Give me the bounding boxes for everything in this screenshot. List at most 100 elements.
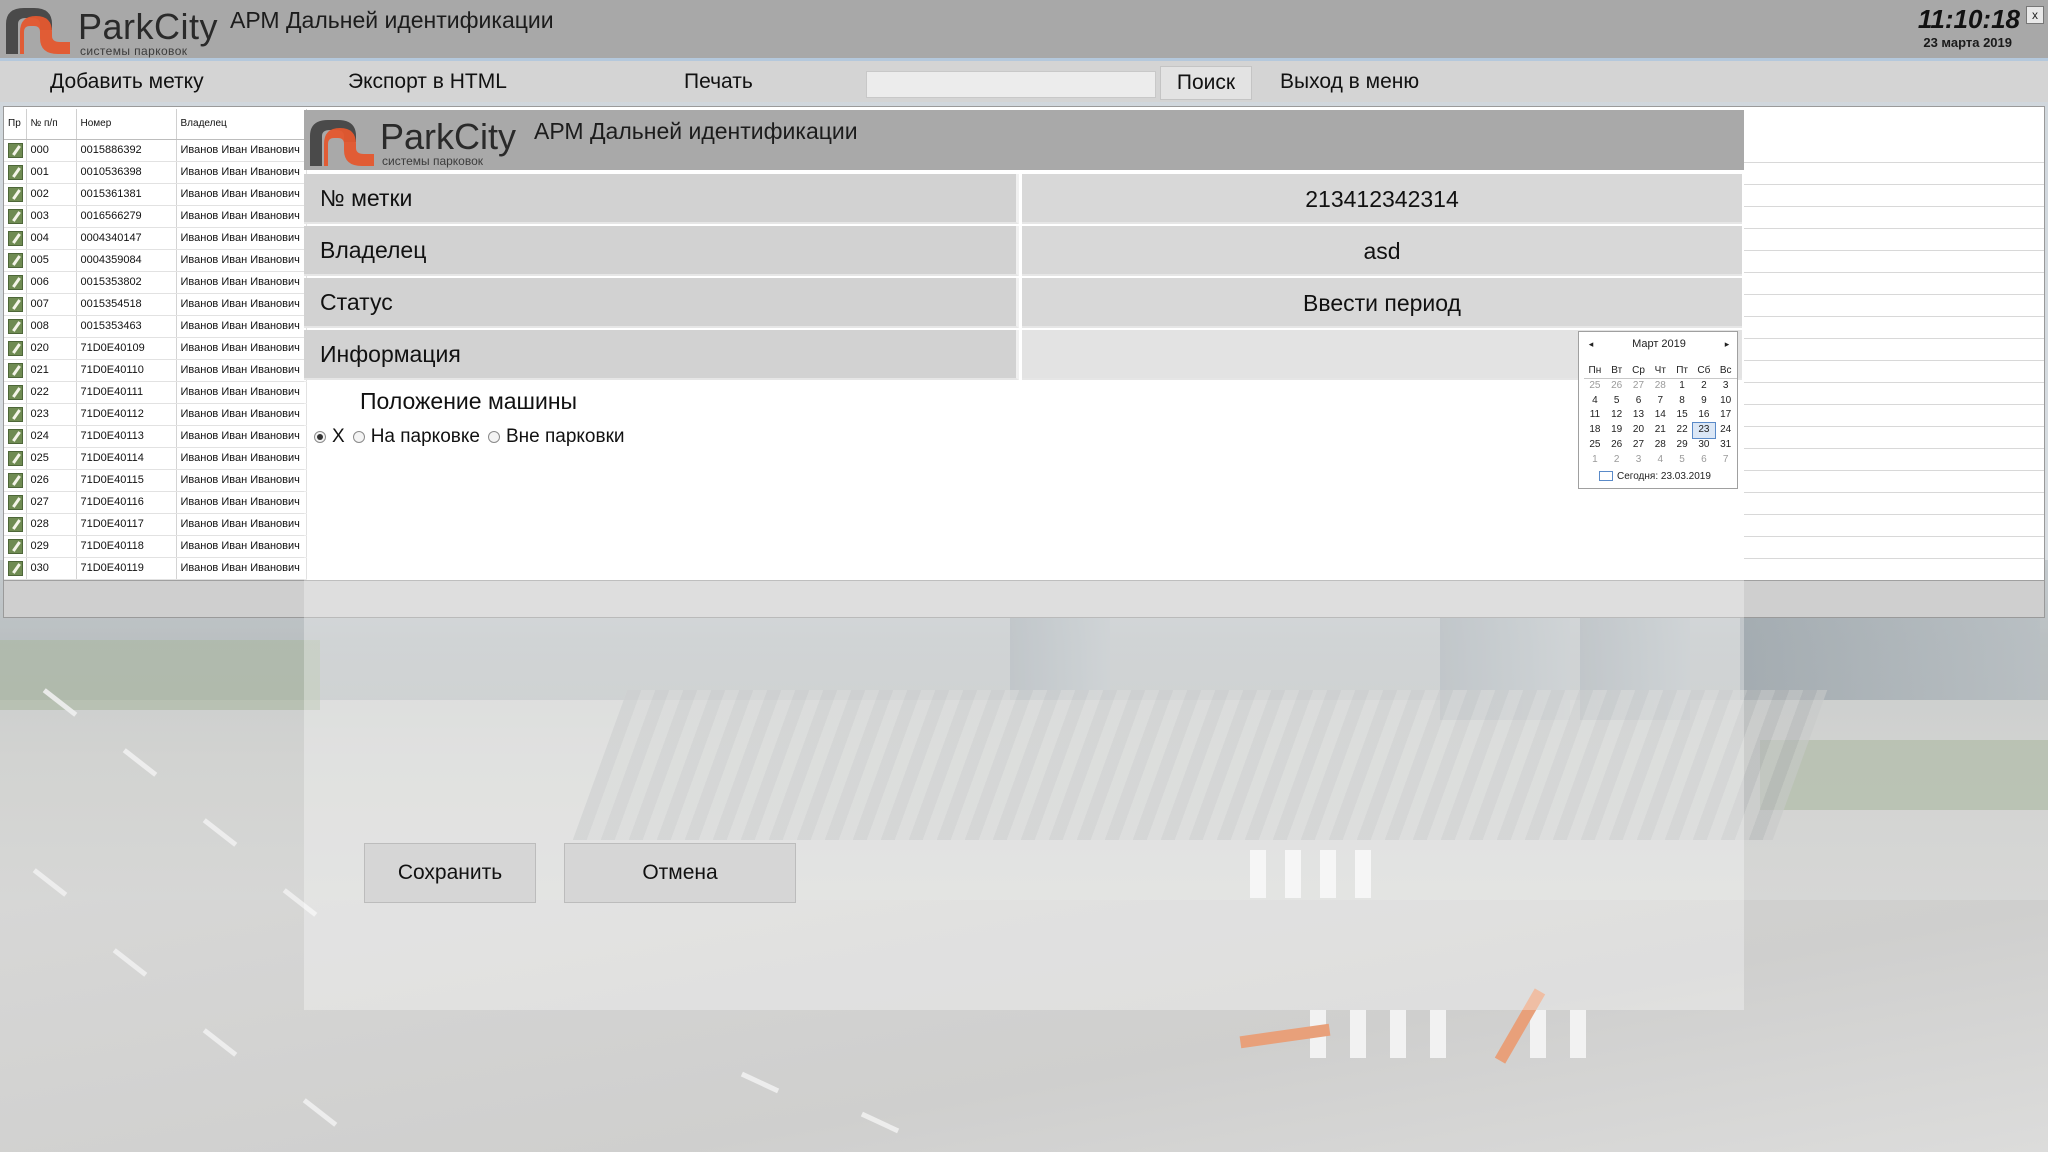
row-edit-cell[interactable] bbox=[4, 161, 27, 184]
calendar-day[interactable]: 2 bbox=[1693, 379, 1715, 394]
column-header-index[interactable]: № п/п bbox=[26, 109, 77, 140]
calendar-day[interactable]: 27 bbox=[1628, 438, 1650, 453]
row-edit-cell[interactable] bbox=[4, 381, 27, 404]
edit-pencil-icon[interactable] bbox=[8, 406, 23, 422]
edit-pencil-icon[interactable] bbox=[8, 472, 23, 488]
row-edit-cell[interactable] bbox=[4, 535, 27, 558]
table-row[interactable]: 028 71D0E40117 Иванов Иван Иванович bbox=[4, 513, 307, 536]
radio-dot[interactable] bbox=[352, 431, 365, 443]
edit-pencil-icon[interactable] bbox=[8, 450, 23, 466]
next-month-icon[interactable]: ▸ bbox=[1721, 338, 1733, 350]
calendar-day[interactable]: 1 bbox=[1671, 379, 1693, 394]
row-edit-cell[interactable] bbox=[4, 513, 27, 536]
table-row[interactable]: 004 0004340147 Иванов Иван Иванович bbox=[4, 227, 307, 250]
table-row[interactable]: 002 0015361381 Иванов Иван Иванович bbox=[4, 183, 307, 206]
edit-pencil-icon[interactable] bbox=[8, 230, 23, 246]
add-tag-button[interactable]: Добавить метку bbox=[50, 67, 204, 97]
calendar-day[interactable]: 19 bbox=[1606, 423, 1628, 438]
status-value[interactable]: Ввести период bbox=[1022, 278, 1742, 328]
calendar-day[interactable]: 31 bbox=[1715, 438, 1737, 453]
search-input[interactable] bbox=[866, 71, 1156, 98]
tag-number-value[interactable]: 213412342314 bbox=[1022, 174, 1742, 224]
calendar-day[interactable]: 8 bbox=[1671, 394, 1693, 409]
radio-off-parking[interactable]: Вне парковки bbox=[487, 426, 625, 448]
table-row[interactable]: 008 0015353463 Иванов Иван Иванович bbox=[4, 315, 307, 338]
edit-pencil-icon[interactable] bbox=[8, 186, 23, 202]
edit-pencil-icon[interactable] bbox=[8, 208, 23, 224]
row-edit-cell[interactable] bbox=[4, 447, 27, 470]
table-row[interactable]: 007 0015354518 Иванов Иван Иванович bbox=[4, 293, 307, 316]
calendar-day[interactable]: 1 bbox=[1584, 453, 1606, 468]
calendar-day[interactable]: 15 bbox=[1671, 408, 1693, 423]
calendar-day[interactable]: 2 bbox=[1606, 453, 1628, 468]
calendar-day[interactable]: 6 bbox=[1693, 453, 1715, 468]
calendar-day[interactable]: 4 bbox=[1584, 394, 1606, 409]
radio-dot[interactable] bbox=[314, 431, 326, 443]
table-row[interactable]: 023 71D0E40112 Иванов Иван Иванович bbox=[4, 403, 307, 426]
table-row[interactable]: 006 0015353802 Иванов Иван Иванович bbox=[4, 271, 307, 294]
row-edit-cell[interactable] bbox=[4, 469, 27, 492]
edit-pencil-icon[interactable] bbox=[8, 362, 23, 378]
calendar-day[interactable]: 17 bbox=[1715, 408, 1737, 423]
calendar-day[interactable]: 3 bbox=[1715, 379, 1737, 394]
table-row[interactable]: 029 71D0E40118 Иванов Иван Иванович bbox=[4, 535, 307, 558]
table-row[interactable]: 024 71D0E40113 Иванов Иван Иванович bbox=[4, 425, 307, 448]
table-row[interactable]: 001 0010536398 Иванов Иван Иванович bbox=[4, 161, 307, 184]
calendar-day[interactable]: 4 bbox=[1649, 453, 1671, 468]
row-edit-cell[interactable] bbox=[4, 271, 27, 294]
export-html-button[interactable]: Экспорт в HTML bbox=[348, 67, 507, 97]
calendar-day[interactable]: 26 bbox=[1606, 379, 1628, 394]
row-edit-cell[interactable] bbox=[4, 315, 27, 338]
row-edit-cell[interactable] bbox=[4, 425, 27, 448]
calendar-day[interactable]: 14 bbox=[1649, 408, 1671, 423]
edit-pencil-icon[interactable] bbox=[8, 252, 23, 268]
edit-pencil-icon[interactable] bbox=[8, 318, 23, 334]
calendar-day[interactable]: 6 bbox=[1628, 394, 1650, 409]
table-row[interactable]: 030 71D0E40119 Иванов Иван Иванович bbox=[4, 557, 307, 580]
row-edit-cell[interactable] bbox=[4, 337, 27, 360]
calendar-day[interactable]: 12 bbox=[1606, 408, 1628, 423]
calendar-day[interactable]: 3 bbox=[1628, 453, 1650, 468]
table-row[interactable]: 025 71D0E40114 Иванов Иван Иванович bbox=[4, 447, 307, 470]
table-row[interactable]: 020 71D0E40109 Иванов Иван Иванович bbox=[4, 337, 307, 360]
table-row[interactable]: 027 71D0E40116 Иванов Иван Иванович bbox=[4, 491, 307, 514]
calendar-day[interactable]: 26 bbox=[1606, 438, 1628, 453]
calendar-day[interactable]: 28 bbox=[1649, 379, 1671, 394]
table-row[interactable]: 000 0015886392 Иванов Иван Иванович bbox=[4, 139, 307, 162]
edit-pencil-icon[interactable] bbox=[8, 274, 23, 290]
table-row[interactable]: 003 0016566279 Иванов Иван Иванович bbox=[4, 205, 307, 228]
table-row[interactable]: 022 71D0E40111 Иванов Иван Иванович bbox=[4, 381, 307, 404]
row-edit-cell[interactable] bbox=[4, 359, 27, 382]
cancel-button[interactable]: Отмена bbox=[564, 843, 796, 903]
calendar-day[interactable]: 10 bbox=[1715, 394, 1737, 409]
calendar-day[interactable]: 25 bbox=[1584, 438, 1606, 453]
radio-dot[interactable] bbox=[487, 431, 500, 443]
calendar-day[interactable]: 7 bbox=[1649, 394, 1671, 409]
edit-pencil-icon[interactable] bbox=[8, 384, 23, 400]
edit-pencil-icon[interactable] bbox=[8, 296, 23, 312]
calendar-day[interactable]: 18 bbox=[1584, 423, 1606, 438]
radio-unknown[interactable]: X bbox=[314, 426, 345, 448]
row-edit-cell[interactable] bbox=[4, 293, 27, 316]
calendar-day[interactable]: 25 bbox=[1584, 379, 1606, 394]
calendar-today[interactable]: Сегодня: 23.03.2019 bbox=[1599, 470, 1735, 484]
edit-pencil-icon[interactable] bbox=[8, 494, 23, 510]
edit-pencil-icon[interactable] bbox=[8, 142, 23, 158]
row-edit-cell[interactable] bbox=[4, 491, 27, 514]
calendar-day[interactable]: 24 bbox=[1715, 423, 1737, 438]
calendar-day[interactable]: 21 bbox=[1649, 423, 1671, 438]
calendar-month-label[interactable]: Март 2019 bbox=[1579, 338, 1739, 352]
table-row[interactable]: 026 71D0E40115 Иванов Иван Иванович bbox=[4, 469, 307, 492]
row-edit-cell[interactable] bbox=[4, 227, 27, 250]
table-row[interactable]: 021 71D0E40110 Иванов Иван Иванович bbox=[4, 359, 307, 382]
row-edit-cell[interactable] bbox=[4, 249, 27, 272]
edit-pencil-icon[interactable] bbox=[8, 428, 23, 444]
search-button[interactable]: Поиск bbox=[1160, 66, 1252, 100]
close-button[interactable]: x bbox=[2026, 6, 2044, 24]
calendar-day[interactable]: 23 bbox=[1691, 422, 1716, 439]
calendar-day[interactable]: 5 bbox=[1671, 453, 1693, 468]
row-edit-cell[interactable] bbox=[4, 557, 27, 580]
calendar-day[interactable]: 30 bbox=[1693, 438, 1715, 453]
edit-pencil-icon[interactable] bbox=[8, 516, 23, 532]
radio-on-parking[interactable]: На парковке bbox=[352, 426, 480, 448]
